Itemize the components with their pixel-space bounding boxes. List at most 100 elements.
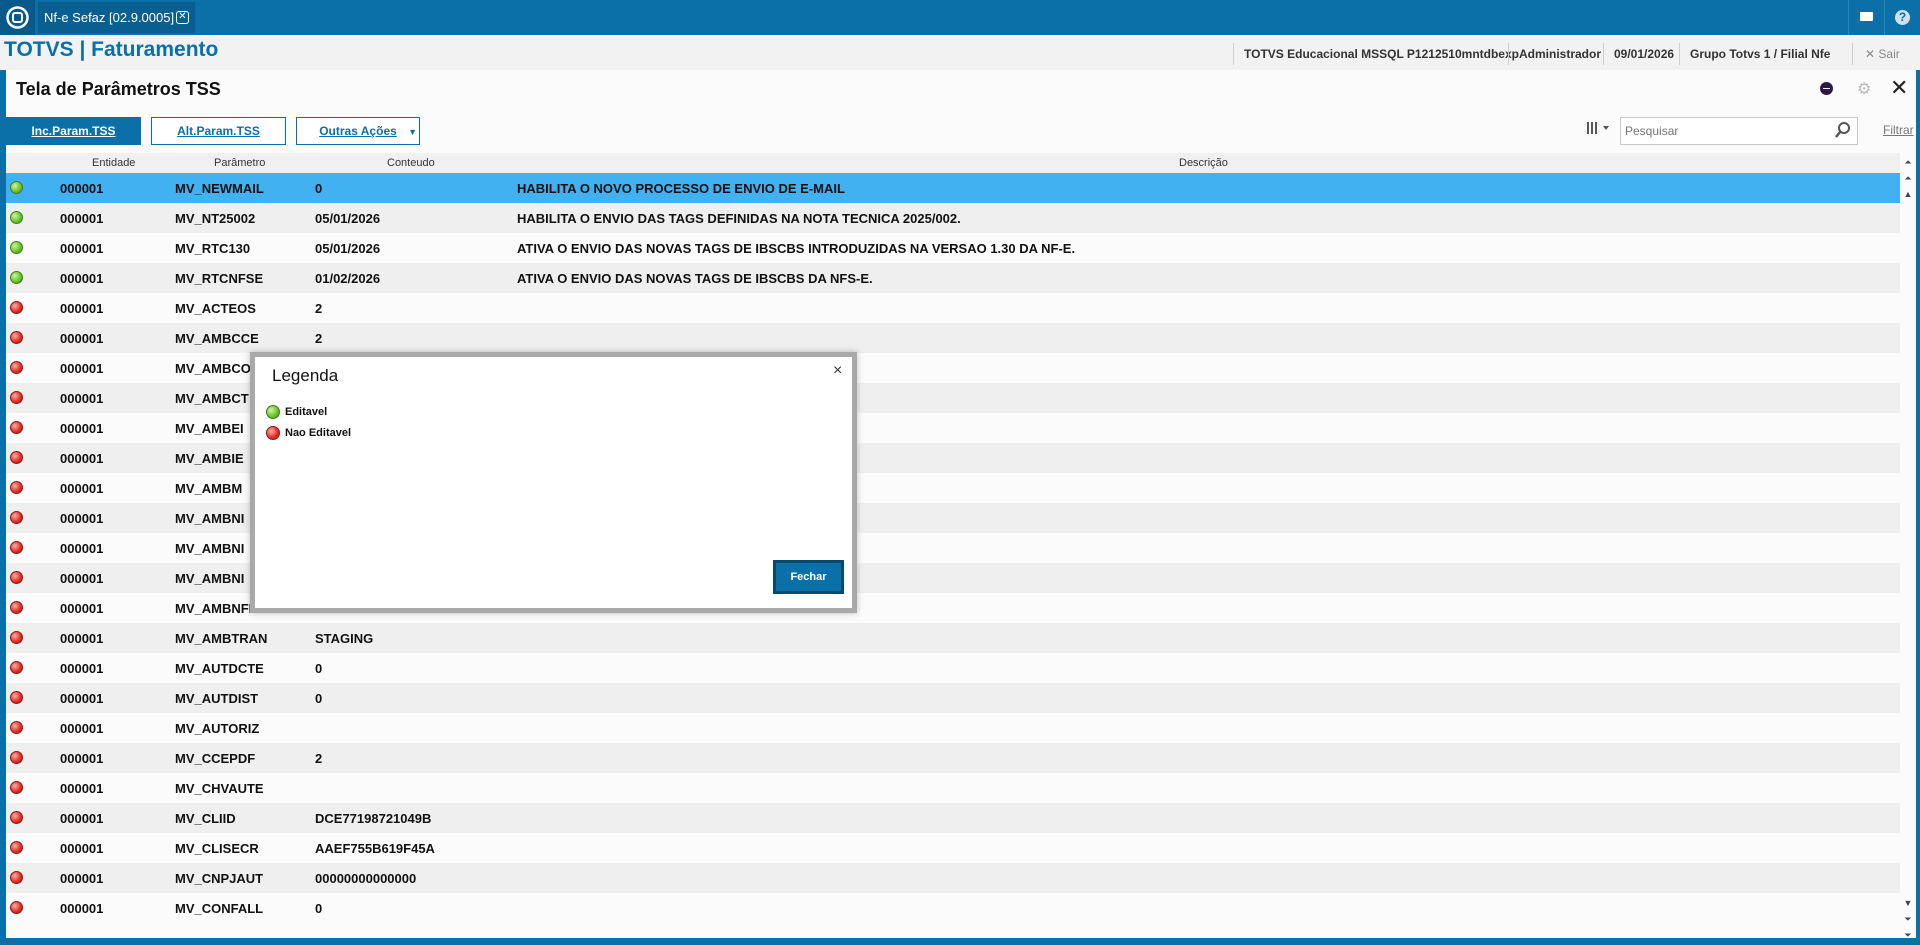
scroll-page-down-icon[interactable]: ⏷ bbox=[1903, 914, 1913, 925]
red-status-icon[interactable] bbox=[10, 331, 23, 344]
red-status-icon[interactable] bbox=[10, 541, 23, 554]
red-status-icon[interactable] bbox=[10, 511, 23, 524]
date-info[interactable]: 09/01/2026 bbox=[1603, 43, 1684, 65]
cell-parametro: MV_AUTDCTE bbox=[175, 661, 264, 676]
chevron-down-icon: ▼ bbox=[408, 127, 417, 137]
table-row[interactable]: 000001 MV_AMBTRAN STAGING bbox=[6, 623, 1900, 653]
red-status-icon[interactable] bbox=[10, 631, 23, 644]
cell-parametro: MV_AUTORIZ bbox=[175, 721, 260, 736]
tab-nfe-sefaz[interactable]: Nf-e Sefaz [02.9.0005] ✕ bbox=[38, 2, 195, 33]
gear-icon[interactable]: ⚙ bbox=[1857, 79, 1871, 99]
cell-entidade: 000001 bbox=[60, 841, 104, 856]
table-row[interactable]: 000001 MV_CHVAUTE bbox=[6, 773, 1900, 803]
cell-entidade: 000001 bbox=[60, 331, 104, 346]
environment-info[interactable]: TOTVS Educacional MSSQL P1212510mntdbexp bbox=[1233, 43, 1529, 65]
table-row[interactable]: 000001 MV_CONFALL 0 bbox=[6, 893, 1900, 923]
table-row[interactable]: 000001 MV_ACTEOS 2 bbox=[6, 293, 1900, 323]
columns-icon[interactable] bbox=[1581, 119, 1621, 145]
red-status-icon[interactable] bbox=[10, 601, 23, 614]
cell-parametro: MV_AMBM bbox=[175, 481, 243, 496]
scroll-top-icon[interactable]: ⏶ bbox=[1903, 157, 1913, 168]
app-logo-icon[interactable] bbox=[0, 0, 35, 35]
table-row[interactable]: 000001 MV_CLISECR AAEF755B619F45A bbox=[6, 833, 1900, 863]
table-row[interactable]: 000001 MV_AUTDCTE 0 bbox=[6, 653, 1900, 683]
column-header-descricao[interactable]: Descrição bbox=[1179, 157, 1228, 169]
cell-entidade: 000001 bbox=[60, 361, 104, 376]
search-icon[interactable] bbox=[1834, 121, 1852, 139]
close-legend-button[interactable]: Fechar bbox=[773, 560, 844, 594]
user-info[interactable]: Administrador bbox=[1508, 43, 1611, 65]
filter-link[interactable]: Filtrar bbox=[1883, 123, 1914, 137]
red-status-icon[interactable] bbox=[10, 571, 23, 584]
red-status-icon[interactable] bbox=[10, 751, 23, 764]
mail-button[interactable] bbox=[1848, 0, 1884, 35]
red-status-icon[interactable] bbox=[10, 781, 23, 794]
scroll-page-up-icon[interactable]: ⏶ bbox=[1903, 173, 1913, 184]
table-row[interactable]: 000001 MV_CLIID DCE77198721049B bbox=[6, 803, 1900, 833]
cell-entidade: 000001 bbox=[60, 601, 104, 616]
red-status-icon[interactable] bbox=[10, 841, 23, 854]
green-status-icon[interactable] bbox=[10, 241, 23, 254]
cell-entidade: 000001 bbox=[60, 751, 104, 766]
exit-icon: ✕ bbox=[1865, 47, 1879, 61]
red-status-icon[interactable] bbox=[10, 451, 23, 464]
scroll-up-icon[interactable]: ▲ bbox=[1903, 189, 1913, 199]
legend-dialog: Legenda × Editavel Nao Editavel Fechar bbox=[250, 352, 857, 613]
column-header-parametro[interactable]: Parâmetro bbox=[214, 157, 265, 169]
table-row[interactable]: 000001 MV_CCEPDF 2 bbox=[6, 743, 1900, 773]
red-status-icon[interactable] bbox=[10, 871, 23, 884]
cell-parametro: MV_CONFALL bbox=[175, 901, 264, 916]
help-button[interactable]: ? bbox=[1884, 0, 1920, 35]
cell-conteudo: 2 bbox=[315, 331, 323, 346]
cell-entidade: 000001 bbox=[60, 181, 104, 196]
inc-param-button[interactable]: Inc.Param.TSS bbox=[6, 117, 141, 145]
app-header: TOTVS | Faturamento TOTVS Educacional MS… bbox=[0, 35, 1920, 70]
red-status-icon[interactable] bbox=[10, 721, 23, 734]
green-status-icon[interactable] bbox=[10, 181, 23, 194]
legend-close-icon[interactable]: × bbox=[833, 362, 842, 380]
alt-param-button[interactable]: Alt.Param.TSS bbox=[151, 117, 286, 145]
column-header-conteudo[interactable]: Conteudo bbox=[387, 157, 435, 169]
red-status-icon[interactable] bbox=[10, 421, 23, 434]
red-status-icon[interactable] bbox=[10, 811, 23, 824]
cell-entidade: 000001 bbox=[60, 301, 104, 316]
cell-parametro: MV_AMBEI bbox=[175, 421, 244, 436]
table-row[interactable]: 000001 MV_NEWMAIL 0 HABILITA O NOVO PROCESS… bbox=[6, 173, 1900, 203]
other-actions-button[interactable]: Outras Ações ▼ bbox=[296, 117, 420, 145]
green-status-icon[interactable] bbox=[10, 211, 23, 224]
minimize-icon[interactable] bbox=[1820, 82, 1833, 95]
tab-close-icon[interactable]: ✕ bbox=[176, 11, 189, 24]
scroll-down-icon[interactable]: ▼ bbox=[1903, 898, 1913, 908]
branch-info[interactable]: Grupo Totvs 1 / Filial Nfe bbox=[1679, 43, 1840, 65]
table-row[interactable]: 000001 MV_AMBCCE 2 bbox=[6, 323, 1900, 353]
table-row[interactable]: 000001 MV_CNPJAUT 00000000000000 bbox=[6, 863, 1900, 893]
cell-conteudo: 05/01/2026 bbox=[315, 241, 381, 256]
vertical-scrollbar[interactable]: ⏶ ⏶ ▲ ▼ ⏷ ⏷ bbox=[1900, 153, 1916, 941]
close-window-icon[interactable]: ✕ bbox=[1890, 75, 1908, 101]
cell-conteudo: 0 bbox=[315, 691, 323, 706]
tab-label: Nf-e Sefaz [02.9.0005] bbox=[44, 10, 175, 25]
cell-parametro: MV_CNPJAUT bbox=[175, 871, 264, 886]
column-header-entidade[interactable]: Entidade bbox=[92, 157, 135, 169]
red-status-icon[interactable] bbox=[10, 691, 23, 704]
cell-entidade: 000001 bbox=[60, 901, 104, 916]
table-row[interactable]: 000001 MV_RTC130 05/01/2026 ATIVA O ENVIO D… bbox=[6, 233, 1900, 263]
red-status-icon[interactable] bbox=[10, 391, 23, 404]
red-status-icon[interactable] bbox=[10, 361, 23, 374]
exit-button[interactable]: ✕ Sair bbox=[1852, 43, 1900, 65]
search-input[interactable] bbox=[1620, 117, 1858, 145]
green-status-icon[interactable] bbox=[10, 271, 23, 284]
red-status-icon[interactable] bbox=[10, 481, 23, 494]
cell-entidade: 000001 bbox=[60, 421, 104, 436]
table-row[interactable]: 000001 MV_AUTDIST 0 bbox=[6, 683, 1900, 713]
red-status-icon[interactable] bbox=[10, 901, 23, 914]
cell-parametro: MV_CCEPDF bbox=[175, 751, 256, 766]
table-row[interactable]: 000001 MV_RTCNFSE 01/02/2026 ATIVA O ENVIO … bbox=[6, 263, 1900, 293]
legend-label-not-editable: Nao Editavel bbox=[285, 427, 352, 439]
red-status-icon[interactable] bbox=[10, 661, 23, 674]
table-row[interactable]: 000001 MV_AUTORIZ bbox=[6, 713, 1900, 743]
top-bar: Nf-e Sefaz [02.9.0005] ✕ ? bbox=[0, 0, 1920, 35]
table-row[interactable]: 000001 MV_NT25002 05/01/2026 HABILITA O ENV… bbox=[6, 203, 1900, 233]
red-status-icon[interactable] bbox=[10, 301, 23, 314]
scroll-bottom-icon[interactable]: ⏷ bbox=[1903, 930, 1913, 941]
